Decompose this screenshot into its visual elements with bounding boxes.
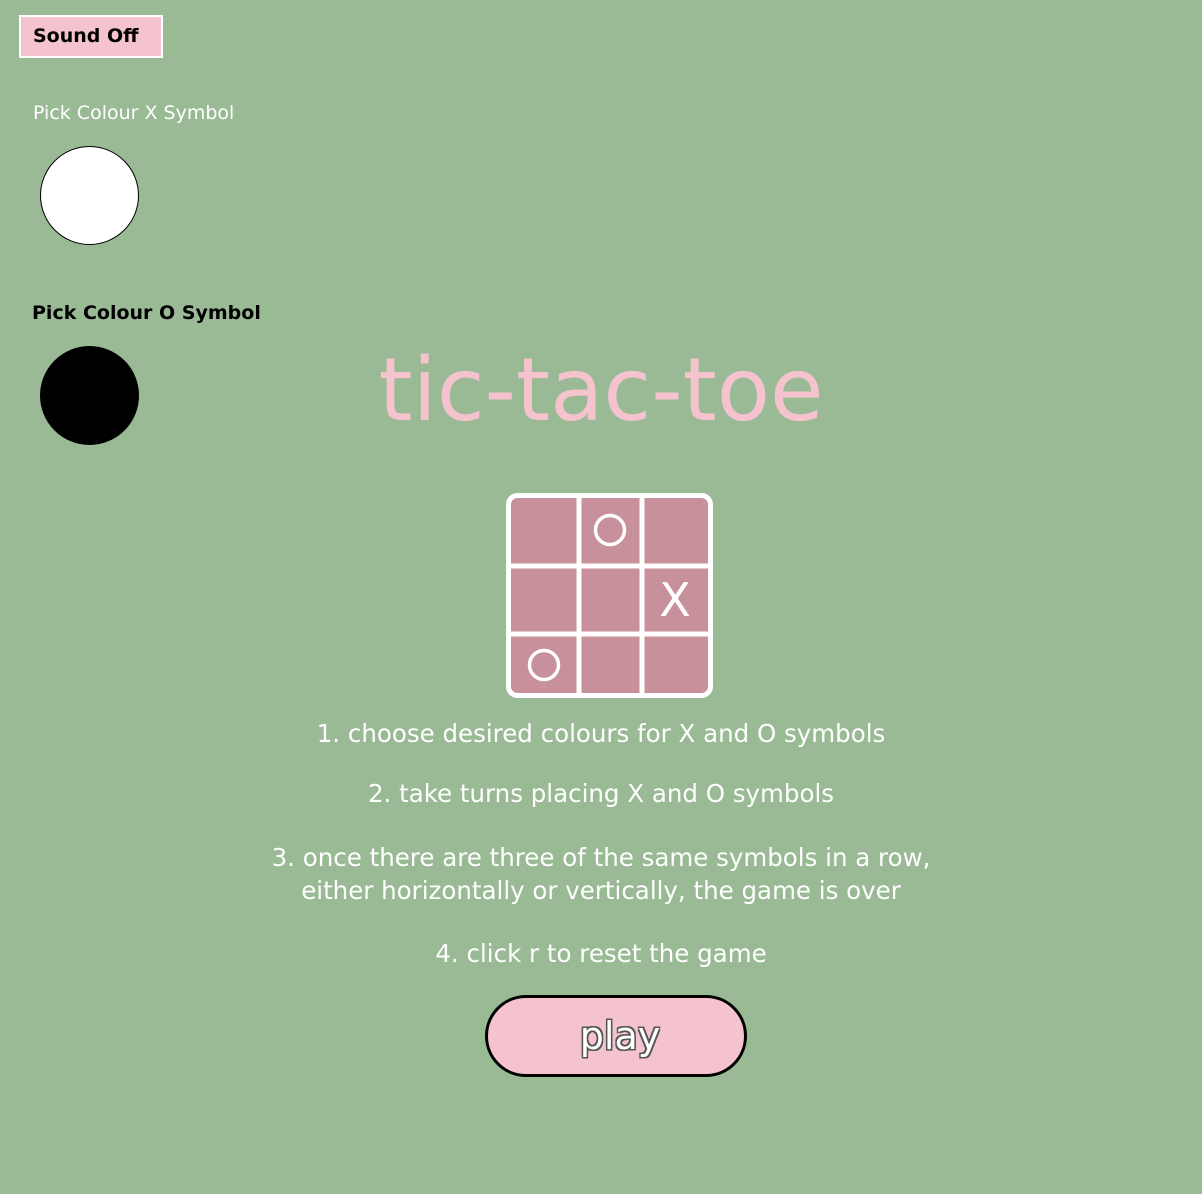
instruction-step-3-line-1: 3. once there are three of the same symb… bbox=[271, 843, 931, 872]
game-title: tic-tac-toe bbox=[378, 339, 824, 441]
play-button[interactable]: play bbox=[485, 995, 747, 1077]
board-preview-icon: X bbox=[506, 493, 713, 698]
instruction-step-4: 4. click r to reset the game bbox=[435, 939, 767, 968]
board-x-mark: X bbox=[659, 573, 691, 627]
sound-toggle-button[interactable]: Sound Off bbox=[19, 15, 163, 58]
instruction-step-3-line-2: either horizontally or vertically, the g… bbox=[301, 876, 901, 905]
pick-colour-x-label: Pick Colour X Symbol bbox=[33, 102, 235, 124]
instruction-step-2: 2. take turns placing X and O symbols bbox=[367, 779, 835, 808]
pick-colour-o-label: Pick Colour O Symbol bbox=[32, 302, 261, 324]
x-colour-swatch[interactable] bbox=[40, 146, 139, 245]
instruction-step-1: 1. choose desired colours for X and O sy… bbox=[316, 719, 886, 748]
instruction-step-3: 3. once there are three of the same symb… bbox=[0, 841, 1202, 907]
